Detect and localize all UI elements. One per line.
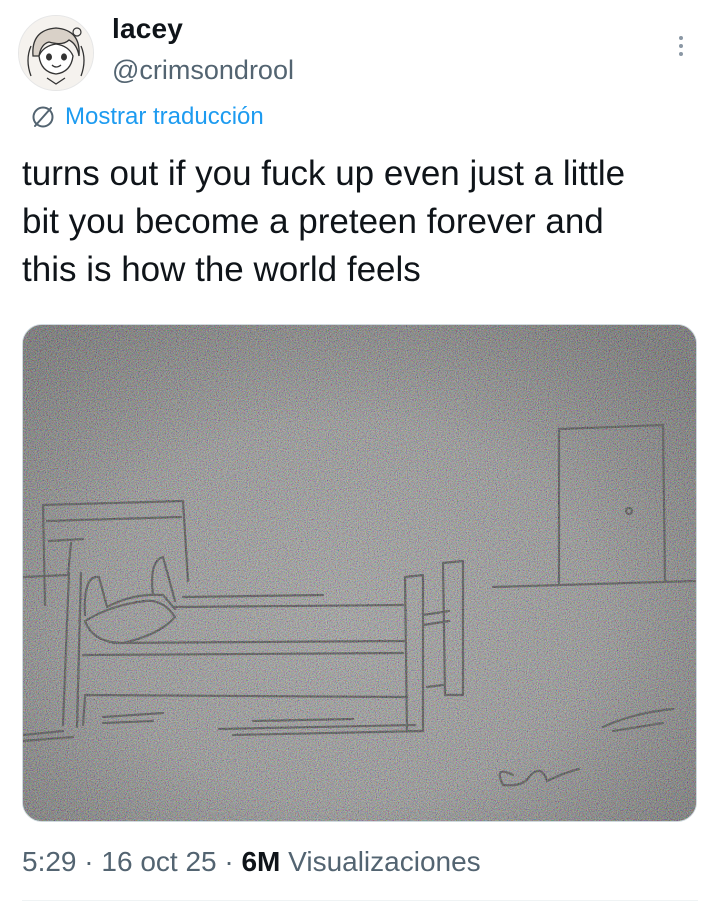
tweet-text: turns out if you fuck up even just a lit…	[22, 150, 702, 294]
meta-separator: ·	[84, 846, 94, 877]
anime-girl-avatar-icon	[19, 16, 93, 90]
views-label: Visualizaciones	[288, 846, 481, 877]
translate-globe-icon	[32, 106, 54, 128]
show-translation-label: Mostrar traducción	[65, 103, 264, 130]
divider	[22, 900, 698, 901]
more-options-button[interactable]	[664, 28, 698, 64]
tweet-time[interactable]: 5:29	[22, 846, 77, 877]
show-translation-link[interactable]: Mostrar traducción	[30, 103, 264, 131]
tweet-text-line: this is how the world feels	[22, 250, 421, 289]
author-display-name[interactable]: lacey	[112, 13, 183, 45]
author-handle[interactable]: @crimsondrool	[112, 55, 294, 86]
tweet-text-line: turns out if you fuck up even just a lit…	[22, 154, 626, 193]
meta-separator: ·	[224, 846, 234, 877]
bed-sketch-drawing	[23, 325, 696, 821]
tweet-text-line: bit you become a preteen forever and	[22, 202, 604, 241]
more-options-icon	[679, 36, 683, 40]
author-avatar[interactable]	[18, 15, 94, 91]
more-options-icon-dot	[679, 52, 683, 56]
views-count: 6M	[241, 846, 281, 877]
tweet-date[interactable]: 16 oct 25	[101, 846, 216, 877]
tweet-media-image[interactable]	[22, 324, 697, 822]
tweet-metadata: 5:29 · 16 oct 25 · 6M Visualizaciones	[22, 846, 481, 878]
more-options-icon-dot	[679, 44, 683, 48]
